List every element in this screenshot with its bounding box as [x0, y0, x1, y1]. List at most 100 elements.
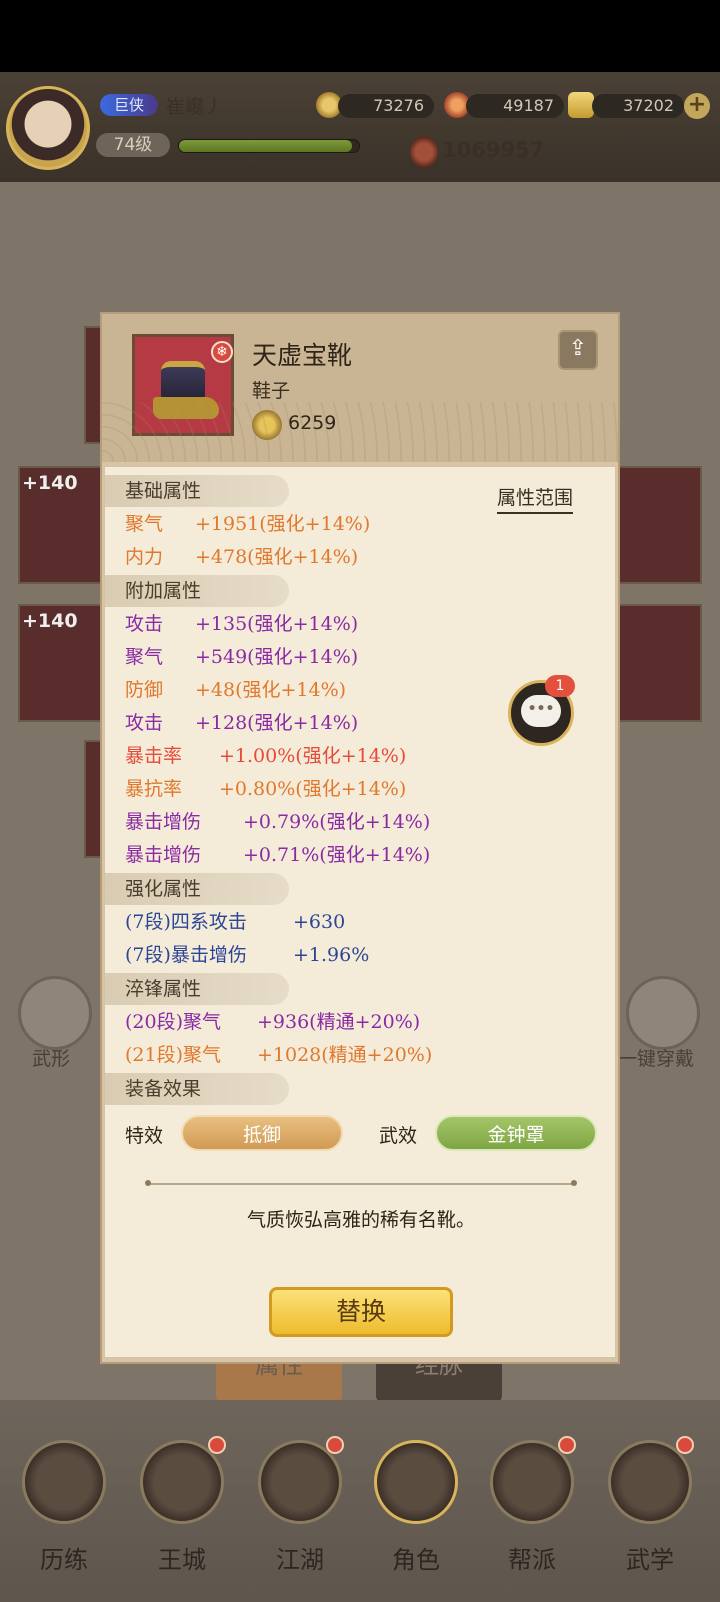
divider: [149, 1183, 573, 1185]
one-click-equip-button[interactable]: [626, 976, 700, 1050]
notification-dot: [208, 1436, 226, 1454]
player-level: 74级: [96, 133, 170, 157]
currency-gold: 37202: [592, 94, 684, 118]
exp-bar-fill: [179, 140, 352, 152]
attribute-list[interactable]: 属性范围 基础属性 聚气 +1951(强化+14%) 内力 +478(强化+14%) 附加…: [105, 467, 615, 1107]
section-header: 强化属性: [105, 873, 289, 905]
nav-icon: [22, 1440, 106, 1524]
special-effect-label: 特效: [125, 1125, 164, 1147]
nav-item[interactable]: 角色: [366, 1440, 466, 1602]
attribute-row: 聚气 +549(强化+14%): [125, 642, 358, 669]
exp-bar: [178, 139, 360, 153]
attribute-row: 防御 +48(强化+14%): [125, 675, 346, 702]
item-body: 属性范围 基础属性 聚气 +1951(强化+14%) 内力 +478(强化+14%) 附加…: [104, 466, 616, 1358]
gold-ingot-icon: [568, 92, 594, 118]
attribute-value: +48(强化+14%): [195, 679, 347, 701]
attribute-name: 暴击增伤: [125, 811, 202, 833]
section-header: 装备效果: [105, 1073, 289, 1105]
attribute-name: 攻击: [125, 712, 164, 734]
attribute-value: +478(强化+14%): [195, 546, 359, 568]
nav-label: 江湖: [276, 1546, 324, 1574]
martial-form-button[interactable]: [18, 976, 92, 1050]
attribute-value: +128(强化+14%): [195, 712, 359, 734]
attribute-row: 聚气 +1951(强化+14%): [125, 509, 370, 536]
nav-icon: [374, 1440, 458, 1524]
attribute-row: 暴击率 +1.00%(强化+14%): [125, 741, 406, 768]
nav-label: 帮派: [508, 1546, 556, 1574]
nav-item[interactable]: 王城: [132, 1436, 232, 1602]
item-name: 天虚宝靴: [252, 341, 353, 370]
equip-effects-row: 特效 抵御 武效 金钟罩: [125, 1115, 615, 1155]
currency-copper: 73276: [338, 94, 434, 118]
divider-dot: [571, 1180, 577, 1186]
rank-badge: 巨侠: [100, 94, 158, 116]
chat-button[interactable]: ••• 1: [508, 675, 575, 746]
section-header: 基础属性: [105, 475, 289, 507]
nav-label: 王城: [158, 1546, 206, 1574]
attribute-value: +0.71%(强化+14%): [243, 844, 431, 866]
nav-label: 武学: [626, 1546, 674, 1574]
attribute-name: (20段)聚气: [125, 1011, 222, 1033]
attribute-row: (21段)聚气 +1028(精通+20%): [125, 1040, 432, 1067]
nav-label: 角色: [392, 1546, 440, 1574]
nav-item[interactable]: 帮派: [482, 1436, 582, 1602]
nav-item[interactable]: 历练: [14, 1440, 114, 1602]
attribute-row: 暴击增伤 +0.71%(强化+14%): [125, 840, 430, 867]
combat-power-icon: [410, 136, 438, 168]
attribute-row: 暴击增伤 +0.79%(强化+14%): [125, 807, 430, 834]
item-header: ❄ 天虚宝靴 鞋子 6259 ⇪: [102, 314, 618, 462]
martial-effect-pill[interactable]: 金钟罩: [435, 1115, 597, 1151]
attribute-name: (7段)暴击增伤: [125, 944, 247, 966]
attribute-range-button[interactable]: 属性范围: [497, 483, 574, 514]
attribute-value: +1.00%(强化+14%): [219, 745, 407, 767]
nav-label: 历练: [40, 1546, 88, 1574]
top-hud: [0, 72, 720, 182]
attribute-row: 攻击 +128(强化+14%): [125, 708, 358, 735]
item-power-icon: [252, 410, 282, 440]
share-button[interactable]: ⇪: [558, 330, 598, 370]
martial-effect-label: 武效: [379, 1125, 418, 1147]
nav-item[interactable]: 江湖: [250, 1436, 350, 1602]
one-click-equip-label: 一键穿戴: [618, 1048, 695, 1070]
notification-dot: [326, 1436, 344, 1454]
chat-badge: 1: [545, 675, 575, 697]
attribute-name: 聚气: [125, 513, 164, 535]
player-avatar[interactable]: [6, 86, 90, 170]
attribute-name: 暴抗率: [125, 778, 183, 800]
attribute-value: +1951(强化+14%): [195, 513, 371, 535]
attribute-name: 攻击: [125, 613, 164, 635]
boots-icon: [153, 361, 219, 423]
attribute-name: 暴击率: [125, 745, 183, 767]
item-type: 鞋子: [252, 380, 291, 402]
nav-item[interactable]: 武学: [600, 1436, 700, 1602]
attribute-row: 攻击 +135(强化+14%): [125, 609, 358, 636]
equip-slot[interactable]: [606, 466, 702, 584]
attribute-value: +936(精通+20%): [257, 1011, 421, 1033]
attribute-value: +549(强化+14%): [195, 646, 359, 668]
attribute-value: +630: [293, 911, 346, 933]
attribute-value: +1028(精通+20%): [257, 1044, 433, 1066]
attribute-row: 暴抗率 +0.80%(强化+14%): [125, 774, 406, 801]
share-icon: ⇪: [568, 336, 588, 361]
add-currency-button[interactable]: +: [684, 93, 710, 119]
status-bar-area: [0, 0, 720, 72]
section-header: 淬锋属性: [105, 973, 289, 1005]
player-name: 崔巉丿: [166, 96, 224, 118]
attribute-value: +1.96%: [293, 944, 370, 966]
slot-level: +140: [22, 610, 78, 632]
equip-slot[interactable]: [606, 604, 702, 722]
combat-power: 1069957: [442, 138, 545, 162]
attribute-value: +0.80%(强化+14%): [219, 778, 407, 800]
currency-spirit: 49187: [466, 94, 564, 118]
chat-bubble-icon: •••: [521, 695, 561, 727]
notification-dot: [558, 1436, 576, 1454]
special-effect-pill[interactable]: 抵御: [181, 1115, 343, 1151]
attribute-name: 聚气: [125, 646, 164, 668]
attribute-name: 防御: [125, 679, 164, 701]
notification-dot: [676, 1436, 694, 1454]
attribute-value: +135(强化+14%): [195, 613, 359, 635]
replace-button[interactable]: 替换: [269, 1287, 453, 1337]
attribute-value: +0.79%(强化+14%): [243, 811, 431, 833]
attribute-name: (21段)聚气: [125, 1044, 222, 1066]
attribute-name: 暴击增伤: [125, 844, 202, 866]
